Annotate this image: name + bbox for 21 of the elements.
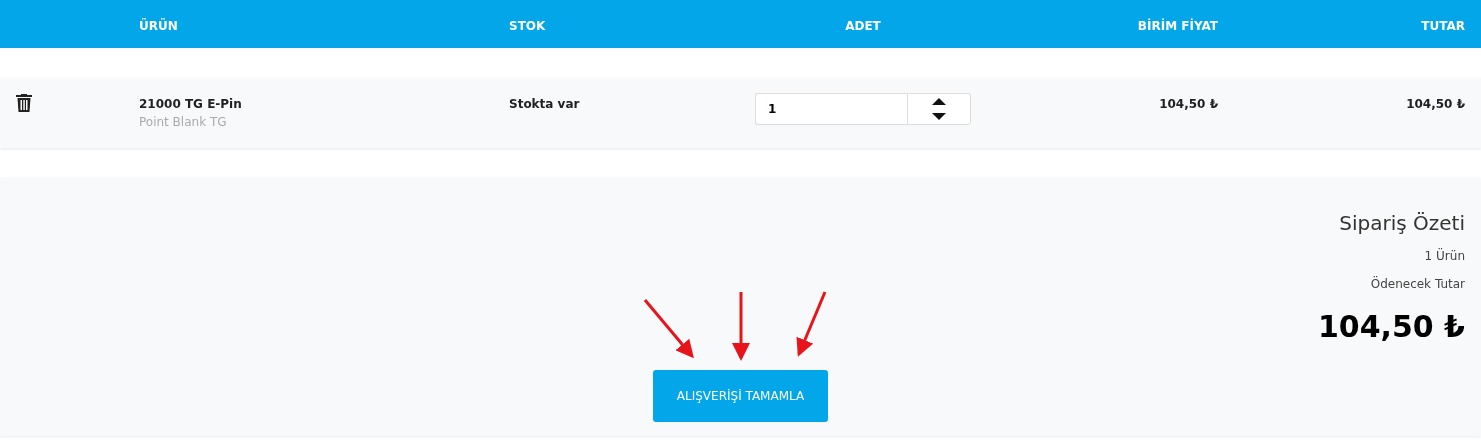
- quantity-field[interactable]: 1: [755, 93, 907, 125]
- unit-price: 104,50 ₺: [1158, 97, 1218, 111]
- column-header: TUTAR: [1421, 18, 1465, 33]
- trash-icon[interactable]: [16, 94, 32, 112]
- summary-title: Sipariş Özeti: [1339, 211, 1465, 235]
- product-name: 21000 TG E-Pin: [139, 97, 243, 111]
- amount-label: Ödenecek Tutar: [1370, 277, 1465, 291]
- column-header: BİRİM FİYAT: [1137, 18, 1218, 33]
- total-amount: 104,50 ₺: [1317, 309, 1465, 344]
- arrow: [796, 291, 827, 357]
- arrow: [643, 299, 694, 359]
- quantity-stepper[interactable]: [907, 93, 971, 125]
- line-total: 104,50 ₺: [1405, 97, 1465, 111]
- product-subtitle: Point Blank TG: [139, 115, 228, 129]
- column-header: STOK: [509, 18, 546, 33]
- column-header: ÜRÜN: [139, 18, 178, 33]
- column-header: ADET: [845, 18, 881, 33]
- stock-status: Stokta var: [509, 97, 581, 111]
- stepper-icon[interactable]: [932, 97, 946, 121]
- item-count: 1 Ürün: [1424, 249, 1465, 263]
- arrow: [732, 292, 750, 361]
